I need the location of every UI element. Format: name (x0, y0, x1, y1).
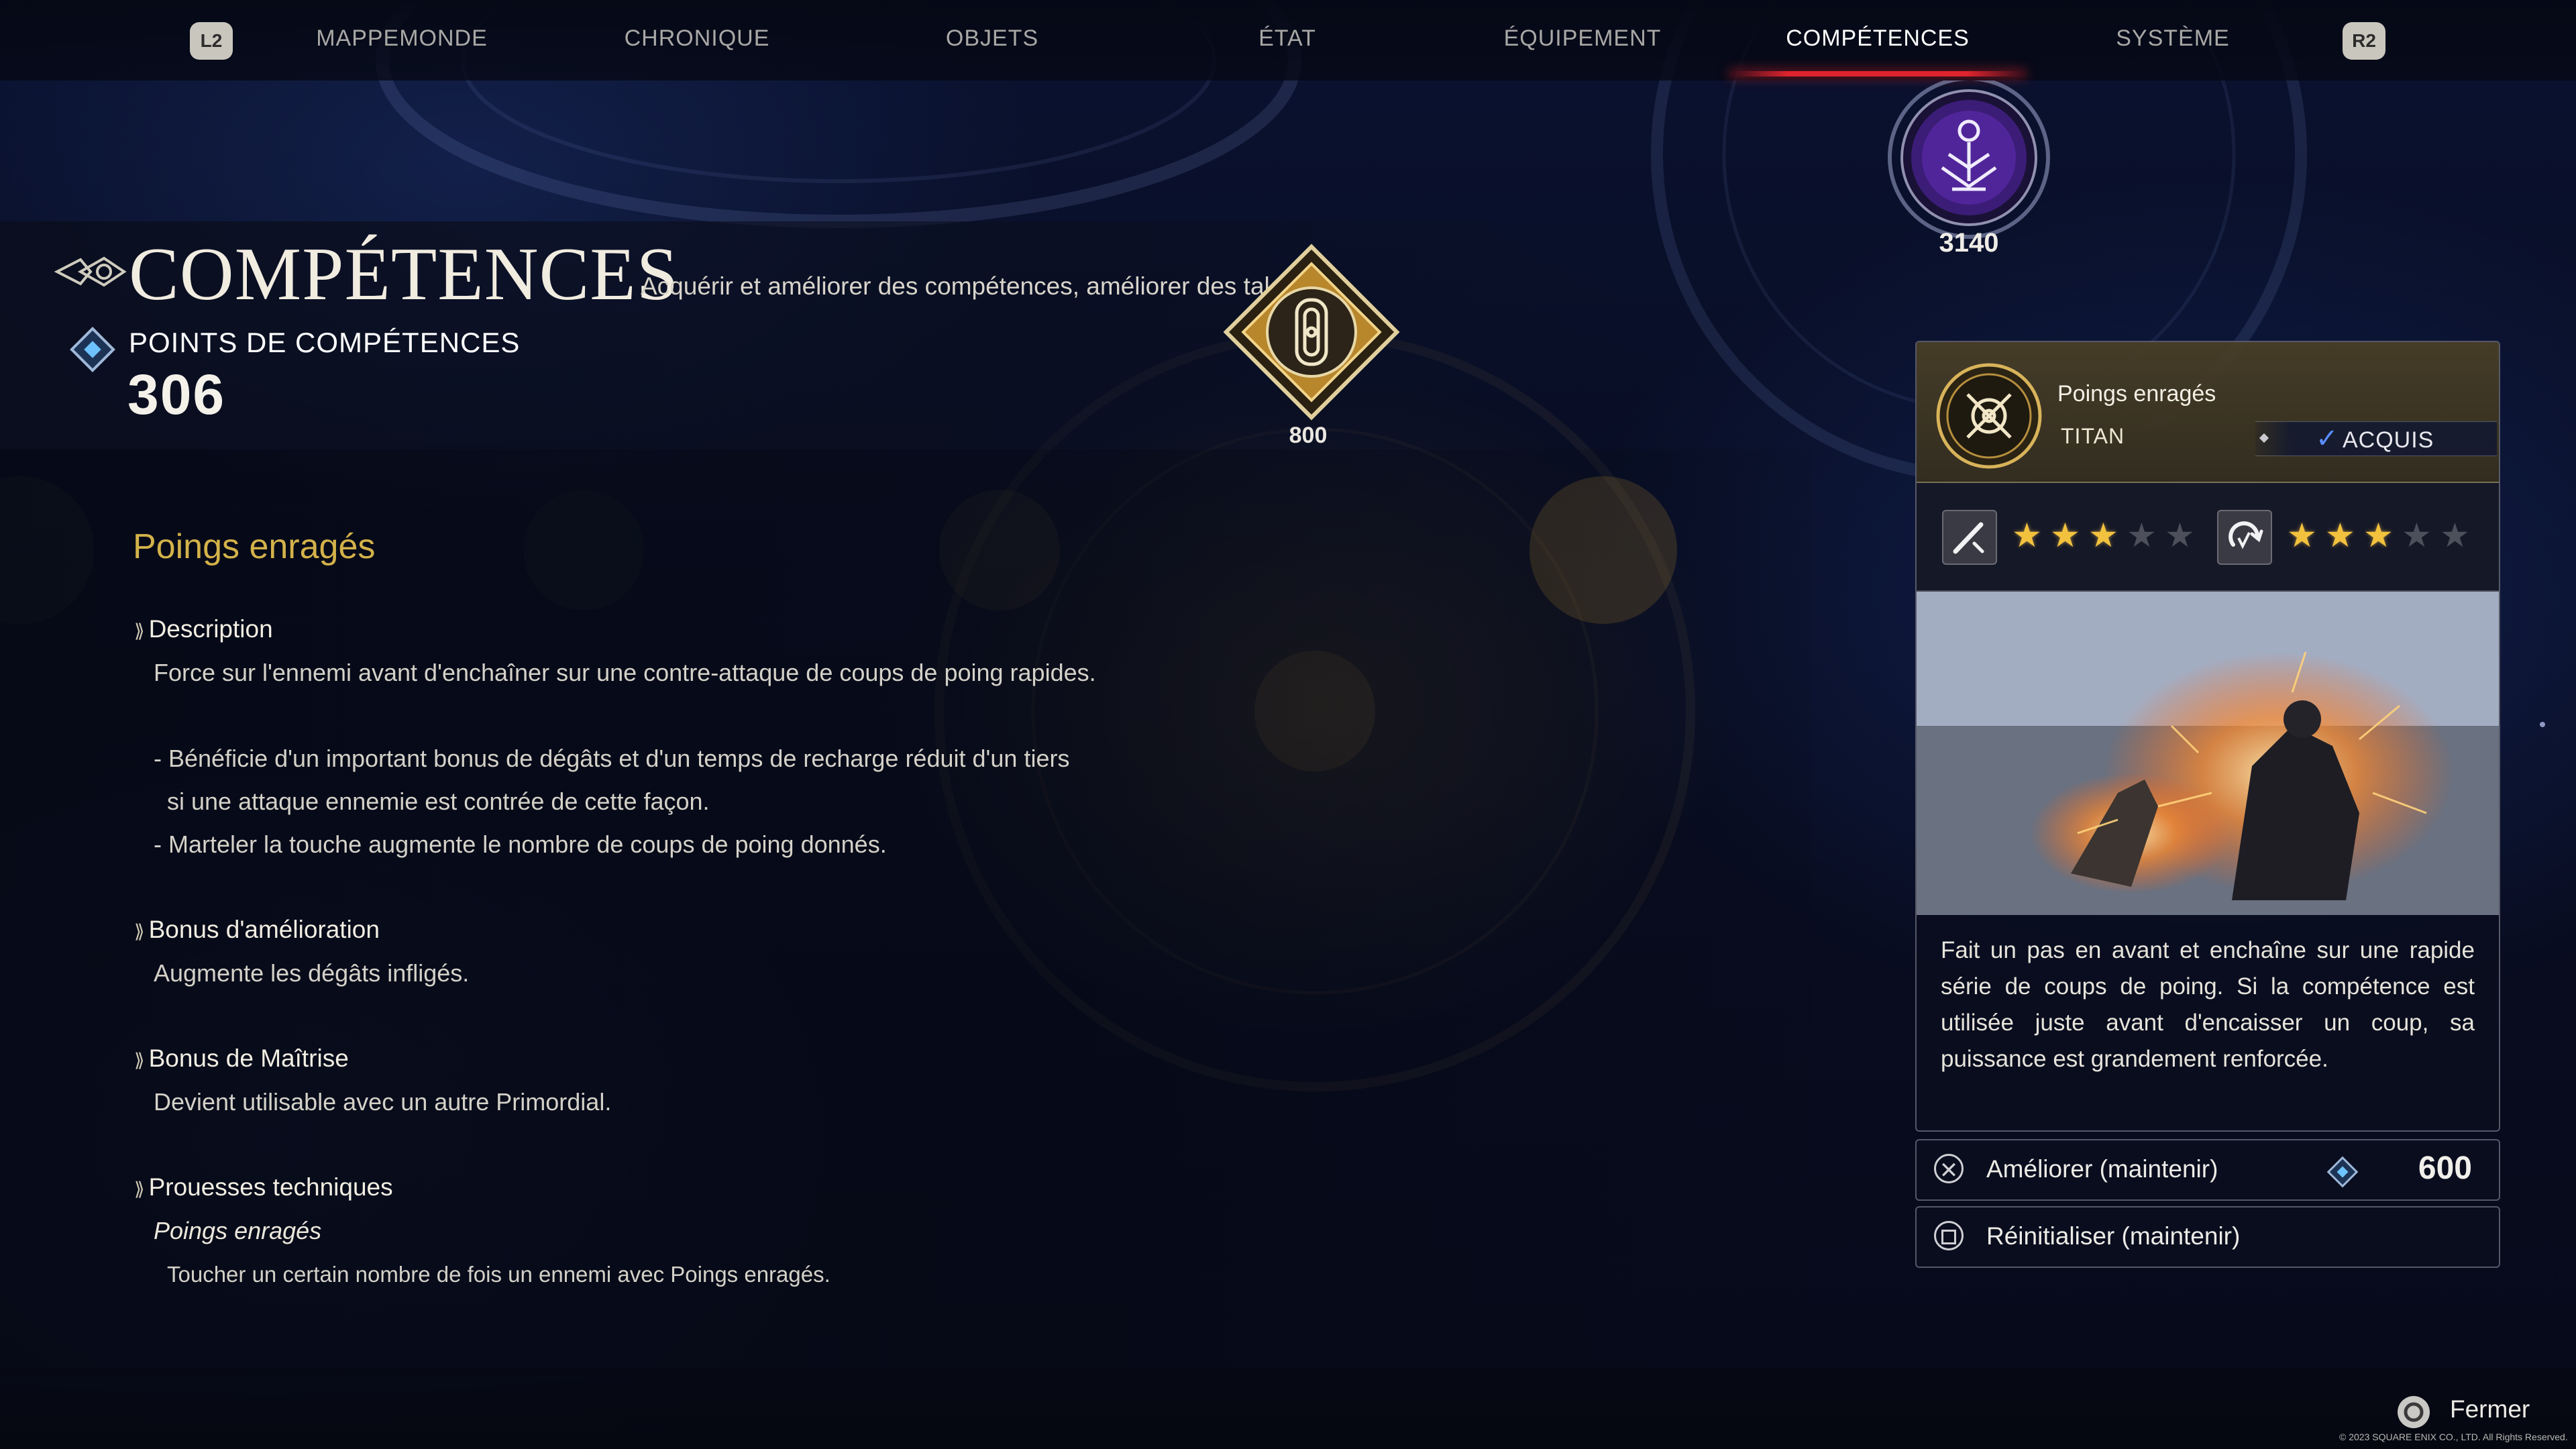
tab-systeme[interactable]: SYSTÈME (2032, 25, 2314, 59)
selected-skill-node[interactable] (1204, 225, 1419, 443)
attack-star-icon: ★ (2050, 517, 2080, 554)
section-arrow-icon: ⟫ (134, 921, 145, 942)
tab-equipement[interactable]: ÉQUIPEMENT (1442, 25, 1723, 59)
ability-info-panel: Poings enragés TITAN ✓ ACQUIS ★ ★ ★ ★ ★ ★ ★ ★ ★… (1915, 341, 2500, 1132)
panel-eikon-name: TITAN (2061, 424, 2125, 448)
attack-rating-icon (1942, 510, 1997, 565)
upgrade-action-label: Améliorer (maintenir) (1986, 1155, 2218, 1183)
section-arrow-icon: ⟫ (134, 621, 145, 641)
attack-star-icon: ★ (2012, 517, 2042, 554)
tab-competences[interactable]: COMPÉTENCES (1737, 25, 2019, 59)
ability-title: Poings enragés (133, 527, 376, 566)
recovery-star-icon: ★ (2402, 517, 2432, 554)
status-diamond-icon (2259, 433, 2269, 443)
ability-ratings: ★ ★ ★ ★ ★ ★ ★ ★ ★ ★ (1917, 483, 2499, 592)
tab-etat[interactable]: ÉTAT (1146, 25, 1428, 59)
skill-node-cost: 800 (1289, 423, 1328, 448)
description-line-1: Force sur l'ennemi avant d'enchaîner sur… (154, 659, 1096, 686)
acquired-status-badge: ✓ ACQUIS (2255, 421, 2497, 456)
upgrade-cost: 600 (2418, 1150, 2472, 1186)
mastery-heading-label: Bonus de Maîtrise (148, 1044, 349, 1072)
reset-action[interactable]: Réinitialiser (maintenir) (1915, 1206, 2500, 1268)
panel-ability-name: Poings enragés (2057, 381, 2216, 407)
feats-heading-label: Prouesses techniques (148, 1173, 393, 1201)
r2-button-hint[interactable]: R2 (2343, 22, 2385, 60)
attack-star-icon: ★ (2165, 517, 2195, 554)
circle-button-icon[interactable] (2395, 1393, 2432, 1434)
upgrade-heading-label: Bonus d'amélioration (148, 916, 380, 943)
ability-info-header: Poings enragés TITAN ✓ ACQUIS (1917, 342, 2499, 483)
eikon-points-value: 3140 (1939, 228, 1999, 258)
section-arrow-icon: ⟫ (134, 1050, 145, 1071)
recovery-star-icon: ★ (2440, 517, 2470, 554)
tab-mappemonde[interactable]: MAPPEMONDE (261, 25, 543, 59)
feats-heading: ⟫ Prouesses techniques (134, 1173, 393, 1201)
description-line-4: - Marteler la touche augmente le nombre … (154, 830, 887, 858)
square-button-icon (1934, 1221, 1964, 1250)
panel-description: Fait un pas en avant et enchaîne sur une… (1941, 937, 2475, 1072)
feat-name: Poings enragés (154, 1217, 322, 1244)
upgrade-heading: ⟫ Bonus d'amélioration (134, 916, 380, 944)
eikon-badge[interactable] (1885, 76, 2053, 245)
description-line-2: - Bénéficie d'un important bonus de dégâ… (154, 745, 1070, 772)
check-icon: ✓ (2316, 424, 2339, 453)
mastery-text: Devient utilisable avec un autre Primord… (154, 1088, 612, 1116)
reset-action-label: Réinitialiser (maintenir) (1986, 1222, 2241, 1250)
feat-text: Toucher un certain nombre de fois un enn… (167, 1262, 830, 1287)
skill-points-value: 306 (127, 363, 226, 426)
upgrade-text: Augmente les dégâts infligés. (154, 959, 470, 987)
recovery-star-icon: ★ (2287, 517, 2317, 554)
title-ornament-icon (54, 245, 127, 302)
l2-button-hint[interactable]: L2 (190, 22, 233, 60)
recovery-rating-icon (2217, 510, 2272, 565)
section-arrow-icon: ⟫ (134, 1179, 145, 1199)
tab-chronique[interactable]: CHRONIQUE (556, 25, 838, 59)
ability-emblem-icon (1935, 362, 2043, 473)
recovery-star-icon: ★ (2325, 517, 2355, 554)
punch-skill-node-icon (1223, 244, 1400, 421)
description-line-3: si une attaque ennemie est contrée de ce… (154, 788, 710, 815)
description-heading: ⟫ Description (134, 615, 273, 643)
attack-star-icon: ★ (2088, 517, 2118, 554)
ability-preview-image (1917, 592, 2499, 915)
cross-button-icon: ✕ (1934, 1154, 1964, 1183)
titan-eikon-icon (1888, 76, 2050, 239)
mastery-heading: ⟫ Bonus de Maîtrise (134, 1044, 349, 1073)
upgrade-action[interactable]: ✕ Améliorer (maintenir) 600 (1915, 1139, 2500, 1201)
attack-star-icon: ★ (2127, 517, 2157, 554)
footer-bar (0, 1368, 2576, 1449)
close-label[interactable]: Fermer (2450, 1395, 2530, 1424)
description-heading-label: Description (148, 615, 273, 643)
page-title: COMPÉTENCES (129, 233, 679, 316)
tab-objets[interactable]: OBJETS (851, 25, 1133, 59)
copyright-notice: © 2023 SQUARE ENIX CO., LTD. All Rights … (2339, 1432, 2568, 1442)
skill-points-label: POINTS DE COMPÉTENCES (129, 327, 521, 358)
skill-points-icon (2326, 1155, 2359, 1192)
skill-points-icon (68, 325, 117, 377)
recovery-star-icon: ★ (2363, 517, 2394, 554)
active-tab-indicator (1729, 71, 2026, 76)
status-label: ACQUIS (2343, 427, 2434, 453)
